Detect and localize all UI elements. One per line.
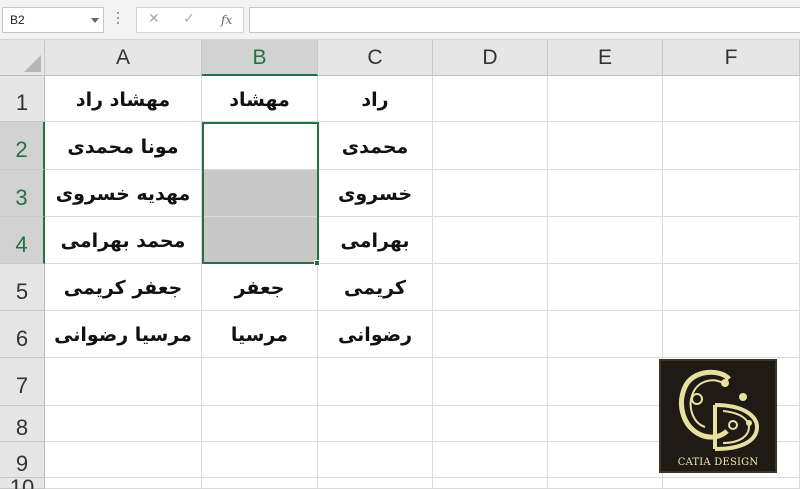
cd-monogram-icon <box>679 369 760 451</box>
cell-a5[interactable]: جعفر کریمی <box>45 264 202 311</box>
cell-f5[interactable] <box>663 264 800 311</box>
cell-d3[interactable] <box>433 170 548 217</box>
cell-f10[interactable] <box>663 478 800 489</box>
cell-a6[interactable]: مرسیا رضوانی <box>45 311 202 358</box>
row-header-4[interactable]: 4 <box>0 217 45 264</box>
cell-b1[interactable]: مهشاد <box>202 76 318 122</box>
formula-input[interactable] <box>249 7 800 33</box>
cell-c3[interactable]: خسروی <box>318 170 433 217</box>
cell-e10[interactable] <box>548 478 663 489</box>
cell-e2[interactable] <box>548 122 663 170</box>
column-header-a[interactable]: A <box>45 40 202 76</box>
column-header-c[interactable]: C <box>318 40 433 76</box>
row-header-6[interactable]: 6 <box>0 311 45 358</box>
cell-e1[interactable] <box>548 76 663 122</box>
cell-e3[interactable] <box>548 170 663 217</box>
cell-e4[interactable] <box>548 217 663 264</box>
chevron-down-icon[interactable] <box>91 18 99 23</box>
name-box-value: B2 <box>10 13 25 27</box>
cell-c9[interactable] <box>318 442 433 478</box>
cell-c10[interactable] <box>318 478 433 489</box>
cell-f1[interactable] <box>663 76 800 122</box>
cell-a10[interactable] <box>45 478 202 489</box>
cell-a1[interactable]: مهشاد راد <box>45 76 202 122</box>
fill-handle[interactable] <box>314 260 320 266</box>
more-options-icon[interactable] <box>117 12 120 28</box>
cell-a7[interactable] <box>45 358 202 406</box>
cell-b9[interactable] <box>202 442 318 478</box>
cell-d2[interactable] <box>433 122 548 170</box>
column-header-d[interactable]: D <box>433 40 548 76</box>
cell-a4[interactable]: محمد بهرامی <box>45 217 202 264</box>
cell-d9[interactable] <box>433 442 548 478</box>
cell-c2[interactable]: محمدی <box>318 122 433 170</box>
cell-f6[interactable] <box>663 311 800 358</box>
row-header-5[interactable]: 5 <box>0 264 45 311</box>
cell-d10[interactable] <box>433 478 548 489</box>
row-header-2[interactable]: 2 <box>0 122 45 170</box>
cell-a8[interactable] <box>45 406 202 442</box>
cell-b8[interactable] <box>202 406 318 442</box>
cell-f4[interactable] <box>663 217 800 264</box>
cell-b2[interactable] <box>202 122 318 170</box>
cell-a9[interactable] <box>45 442 202 478</box>
cell-e8[interactable] <box>548 406 663 442</box>
name-box[interactable]: B2 <box>2 7 104 33</box>
cell-a3[interactable]: مهدیه خسروی <box>45 170 202 217</box>
formula-buttons: ✕ ✓ fx <box>136 7 244 33</box>
column-header-b[interactable]: B <box>202 40 318 76</box>
cell-d7[interactable] <box>433 358 548 406</box>
cell-b6[interactable]: مرسیا <box>202 311 318 358</box>
formula-bar: B2 ✕ ✓ fx <box>0 0 800 40</box>
row-header-7[interactable]: 7 <box>0 358 45 406</box>
cell-d8[interactable] <box>433 406 548 442</box>
column-header-e[interactable]: E <box>548 40 663 76</box>
cell-b3[interactable] <box>202 170 318 217</box>
cell-e6[interactable] <box>548 311 663 358</box>
cell-c6[interactable]: رضوانی <box>318 311 433 358</box>
cell-e9[interactable] <box>548 442 663 478</box>
cell-d5[interactable] <box>433 264 548 311</box>
cell-d1[interactable] <box>433 76 548 122</box>
cell-b10[interactable] <box>202 478 318 489</box>
cell-d4[interactable] <box>433 217 548 264</box>
cell-e5[interactable] <box>548 264 663 311</box>
cell-c1[interactable]: راد <box>318 76 433 122</box>
cell-f3[interactable] <box>663 170 800 217</box>
row-header-10[interactable]: 10 <box>0 477 45 489</box>
catia-design-logo: CATIA DESIGN <box>659 359 777 473</box>
cancel-x-icon[interactable]: ✕ <box>148 11 160 27</box>
cell-c4[interactable]: بهرامی <box>318 217 433 264</box>
cell-b5[interactable]: جعفر <box>202 264 318 311</box>
row-header-9[interactable]: 9 <box>0 442 45 478</box>
cell-c5[interactable]: کریمی <box>318 264 433 311</box>
cell-b4[interactable] <box>202 217 318 264</box>
enter-check-icon[interactable]: ✓ <box>183 11 195 27</box>
cell-c8[interactable] <box>318 406 433 442</box>
cell-f2[interactable] <box>663 122 800 170</box>
logo-text: CATIA DESIGN <box>677 457 759 468</box>
cell-b7[interactable] <box>202 358 318 406</box>
cell-a2[interactable]: مونا محمدی <box>45 122 202 170</box>
select-all-button[interactable] <box>0 40 45 76</box>
cell-d6[interactable] <box>433 311 548 358</box>
row-header-8[interactable]: 8 <box>0 406 45 442</box>
row-header-1[interactable]: 1 <box>0 76 45 122</box>
cell-c7[interactable] <box>318 358 433 406</box>
cell-e7[interactable] <box>548 358 663 406</box>
row-header-3[interactable]: 3 <box>0 170 45 217</box>
column-header-f[interactable]: F <box>663 40 800 76</box>
insert-function-button[interactable]: fx <box>221 13 232 27</box>
